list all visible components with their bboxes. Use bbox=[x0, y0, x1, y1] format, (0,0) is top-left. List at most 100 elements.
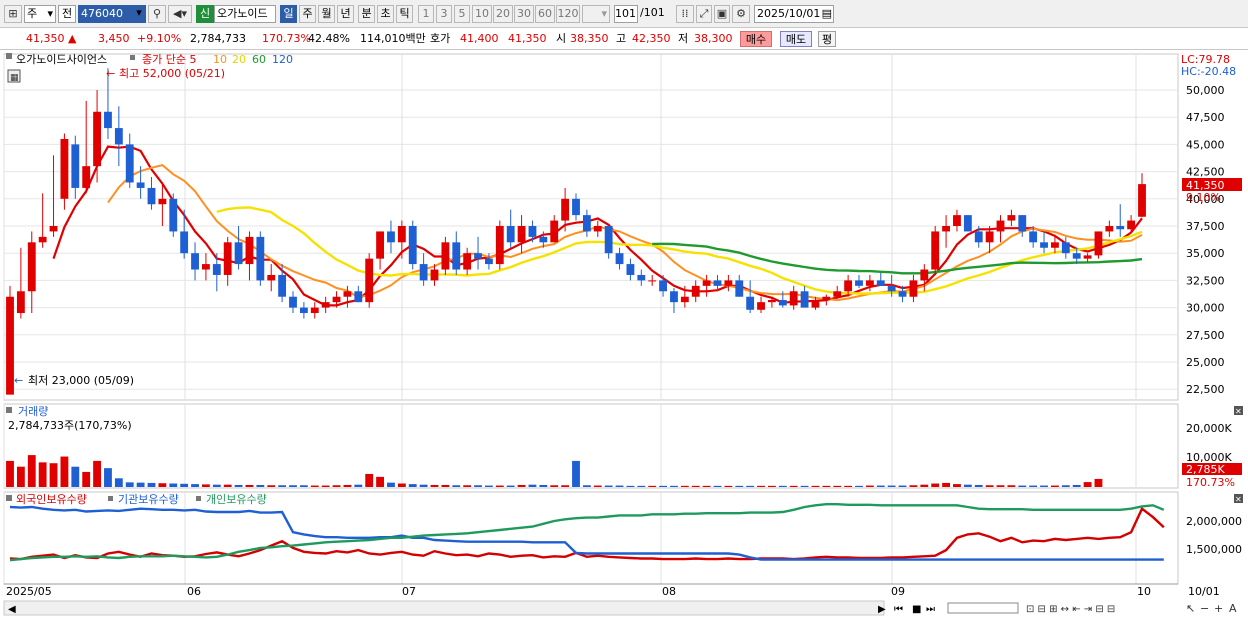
tab-period-week[interactable]: 주 bbox=[299, 5, 316, 23]
zoom-out-icon[interactable]: ↖ bbox=[1186, 602, 1195, 615]
candle-body bbox=[6, 296, 14, 395]
chart-area[interactable]: 오가노이드사이언스 종가 단순 5 10 20 60 120 ▦ ← 최고 52… bbox=[0, 50, 1248, 621]
zoom-slider[interactable] bbox=[947, 602, 1019, 614]
legend-marker bbox=[108, 496, 113, 501]
candle-body bbox=[114, 128, 123, 145]
volume-bar bbox=[844, 485, 853, 487]
close-icon-glyph: ✕ bbox=[1235, 407, 1242, 416]
candle-body bbox=[1094, 231, 1103, 256]
volume-bar bbox=[256, 484, 265, 487]
candle-body bbox=[343, 291, 352, 297]
interval-1[interactable]: 1 bbox=[418, 5, 434, 23]
price-tick: 42,500 bbox=[1186, 166, 1225, 179]
last-price-pct: 9.10% bbox=[1186, 191, 1221, 204]
tab-period-day[interactable]: 일 bbox=[280, 5, 297, 23]
type-select[interactable]: 전 bbox=[58, 5, 76, 23]
volume-bar bbox=[212, 484, 221, 487]
tab-period-tick[interactable]: 틱 bbox=[396, 5, 413, 23]
text-size-icon[interactable]: A bbox=[1229, 602, 1237, 615]
candle-body bbox=[169, 198, 178, 232]
first-page-icon[interactable]: ⏮ bbox=[894, 604, 903, 615]
market-select[interactable]: 주 ▾ bbox=[24, 5, 56, 23]
high-label: 고 bbox=[616, 32, 627, 45]
new-badge[interactable]: 신 bbox=[196, 5, 214, 23]
interval-30[interactable]: 30 bbox=[514, 5, 534, 23]
candle-body bbox=[27, 242, 36, 292]
candle-body bbox=[670, 291, 678, 303]
volume-bar bbox=[670, 485, 678, 487]
calendar-icon[interactable]: ▤ bbox=[822, 6, 832, 22]
zoom-icon[interactable]: ⊡ ⊟ ⊞ ↔ ⇤ ⇥ ⊟ ⊟ bbox=[1026, 604, 1115, 615]
count-input[interactable]: 101 bbox=[614, 5, 638, 23]
interval-60[interactable]: 60 bbox=[535, 5, 555, 23]
interval-3[interactable]: 3 bbox=[436, 5, 452, 23]
candle-body bbox=[202, 264, 210, 270]
volume-bar bbox=[321, 485, 330, 487]
tab-period-year[interactable]: 년 bbox=[337, 5, 354, 23]
candle-body bbox=[441, 242, 450, 270]
tab-period-minute[interactable]: 분 bbox=[358, 5, 375, 23]
chevron-down-icon[interactable]: ▾ bbox=[132, 5, 146, 23]
tab-period-month[interactable]: 월 bbox=[318, 5, 335, 23]
interval-20[interactable]: 20 bbox=[493, 5, 513, 23]
candle-body bbox=[310, 307, 319, 314]
scrollbar-track[interactable] bbox=[3, 600, 885, 616]
plus-icon[interactable]: + bbox=[1214, 602, 1223, 615]
interval-5[interactable]: 5 bbox=[454, 5, 470, 23]
volume-bar bbox=[713, 485, 722, 487]
buy-button[interactable]: 매수 bbox=[740, 31, 772, 47]
draw-icon[interactable]: ⤢ bbox=[696, 5, 712, 23]
volume-bar bbox=[746, 485, 755, 487]
scroll-left-icon[interactable]: ◀ bbox=[8, 604, 16, 615]
save-icon[interactable]: ▣ bbox=[714, 5, 730, 23]
volume-bar bbox=[180, 483, 189, 487]
candle-body bbox=[125, 144, 134, 183]
legend-marker bbox=[6, 407, 12, 413]
interval-dropdown[interactable]: ▾ bbox=[582, 5, 610, 23]
candle-body bbox=[572, 198, 580, 216]
interval-120[interactable]: 120 bbox=[556, 5, 580, 23]
candle-body bbox=[680, 296, 689, 303]
chevron-down-icon: ▾ bbox=[601, 7, 607, 20]
volume-value: 2,784,733주(170,73%) bbox=[8, 419, 132, 432]
volume-bar bbox=[267, 485, 276, 487]
chart-svg[interactable]: 오가노이드사이언스 종가 단순 5 10 20 60 120 ▦ ← 최고 52… bbox=[0, 50, 1248, 621]
volume-panel[interactable] bbox=[3, 403, 1179, 489]
volume-bar bbox=[191, 484, 199, 487]
volume-bar bbox=[60, 456, 69, 487]
candle-body bbox=[800, 291, 809, 308]
price-tick: 22,500 bbox=[1186, 383, 1225, 396]
candle-body bbox=[60, 138, 69, 199]
date-input[interactable]: 2025/10/01 ▤ bbox=[754, 5, 834, 23]
grid-icon[interactable]: ⁞⁞ bbox=[676, 5, 694, 23]
low-arrow-icon: ← bbox=[14, 374, 23, 387]
tab-period-second[interactable]: 초 bbox=[377, 5, 394, 23]
candle-body bbox=[321, 302, 330, 308]
x-label-2: 07 bbox=[402, 585, 416, 598]
volume-bar bbox=[485, 485, 493, 487]
volume-bar bbox=[768, 485, 776, 487]
candle-body bbox=[561, 198, 570, 221]
sell-button[interactable]: 매도 bbox=[780, 31, 812, 47]
chart-type-icon[interactable]: ⊞ bbox=[4, 5, 22, 23]
scroll-right-icon[interactable]: ▶ bbox=[878, 604, 886, 615]
minus-icon[interactable]: − bbox=[1200, 602, 1209, 615]
volume-bar bbox=[528, 484, 537, 487]
holding-panel[interactable] bbox=[3, 491, 1179, 585]
interval-10[interactable]: 10 bbox=[472, 5, 492, 23]
candle-body bbox=[82, 166, 91, 188]
volume-bar bbox=[582, 485, 591, 487]
trade-amount: 114,010백만 bbox=[360, 32, 426, 45]
speaker-icon[interactable]: ◀▾ bbox=[168, 5, 192, 23]
last-page-icon[interactable]: ⏭ bbox=[926, 604, 935, 615]
search-icon[interactable]: ⚲ bbox=[148, 5, 166, 23]
hc-label: HC:-20.48 bbox=[1181, 65, 1236, 78]
candle-body bbox=[452, 242, 461, 270]
volume-last-value: 2,785K bbox=[1186, 463, 1225, 476]
volume-bar bbox=[452, 485, 461, 487]
gear-icon[interactable]: ⚙ bbox=[732, 5, 750, 23]
candle-body bbox=[865, 280, 874, 286]
avg-button[interactable]: 평 bbox=[818, 31, 836, 47]
stop-icon[interactable]: ■ bbox=[912, 604, 921, 615]
volume-bar bbox=[593, 485, 602, 487]
